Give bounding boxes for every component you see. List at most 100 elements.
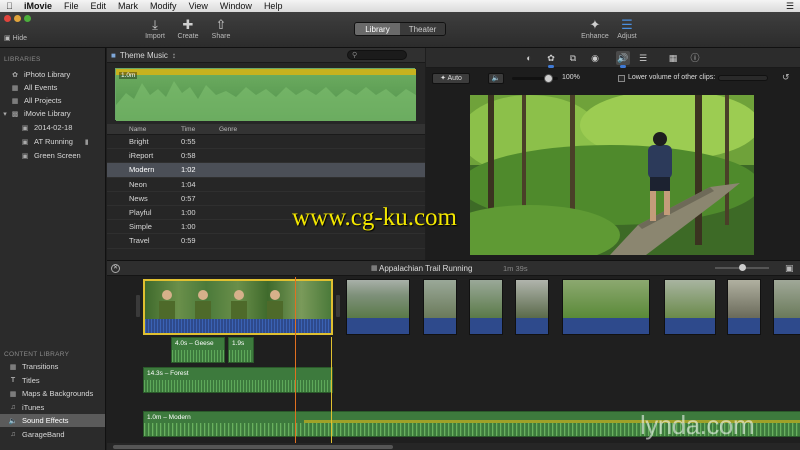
search-field[interactable]: ⚲ [347, 50, 407, 60]
video-preview[interactable] [470, 95, 754, 255]
apple-menu-icon[interactable]:  [6, 1, 18, 11]
lower-volume-slider[interactable] [718, 75, 768, 81]
video-clip-selected[interactable] [143, 279, 333, 335]
row-name: iReport [129, 151, 154, 161]
menu-window[interactable]: Window [220, 1, 252, 11]
music-label: 1.0m – Modern [147, 414, 191, 421]
menu-view[interactable]: View [189, 1, 208, 11]
sidebar-item-label: Maps & Backgrounds [22, 389, 94, 398]
table-row[interactable]: iReport 0:58 [107, 149, 425, 164]
menu-app[interactable]: iMovie [24, 1, 52, 11]
theater-tab[interactable]: Theater [400, 23, 445, 35]
table-row-selected[interactable]: Modern 1:02 [107, 163, 425, 178]
column-time[interactable]: Time [181, 126, 219, 133]
content-library-heading: CONTENT LIBRARY [4, 351, 70, 358]
create-button[interactable]: ✚ Create [173, 17, 203, 40]
color-correction-icon[interactable]: ✿ [544, 51, 558, 68]
imovie-window:  iMovie File Edit Mark Modify View Wind… [0, 0, 800, 450]
adjust-button[interactable]: ☰ Adjust [610, 17, 644, 40]
color-balance-icon[interactable]: ◐ [522, 51, 536, 65]
video-clip[interactable] [562, 279, 650, 335]
sidebar-item-sound-effects[interactable]: 🔈 Sound Effects [0, 414, 105, 427]
menu-file[interactable]: File [64, 1, 79, 11]
video-clip[interactable] [773, 279, 800, 335]
video-clip[interactable] [727, 279, 761, 335]
sidebar-item-itunes[interactable]: ♫ iTunes [0, 401, 105, 414]
playhead[interactable] [295, 277, 296, 450]
row-time: 1:00 [181, 222, 196, 232]
library-tab[interactable]: Library [355, 23, 400, 35]
column-genre[interactable]: Genre [219, 126, 279, 133]
table-row[interactable]: Neon 1:04 [107, 178, 425, 192]
browser-title[interactable]: Theme Music [120, 51, 168, 60]
sidebar-item-event-2014-02-18[interactable]: ▣ 2014-02-18 [0, 121, 105, 134]
video-clip[interactable] [664, 279, 716, 335]
import-button[interactable]: ⤓ Import [140, 17, 170, 40]
clip-info-icon[interactable]: ⓘ [688, 51, 702, 65]
sound-effect-forest[interactable]: 14.3s – Forest [143, 367, 333, 393]
close-icon[interactable]: ✕ [111, 264, 120, 273]
scrollbar-thumb[interactable] [113, 445, 393, 449]
sidebar-item-imovie-library[interactable]: ▾ ▩ iMovie Library [0, 107, 105, 120]
row-name: Playful [129, 208, 152, 218]
noise-reduction-icon[interactable]: ☰ [636, 51, 650, 65]
audio-preview-waveform[interactable]: 1.0m [115, 68, 416, 121]
volume-slider-knob[interactable] [544, 74, 553, 83]
lower-volume-checkbox[interactable] [618, 75, 625, 82]
video-clip[interactable] [423, 279, 457, 335]
sidebar-item-label: Titles [22, 376, 40, 385]
mute-button[interactable]: 🔈 [488, 73, 504, 84]
reset-icon[interactable]: ↺ [782, 72, 790, 83]
sidebar-item-label: 2014-02-18 [34, 123, 73, 132]
volume-controls: ✦ Auto 🔈 100% Lower volume of other clip… [426, 70, 800, 86]
sidebar-item-garageband[interactable]: ♫ GarageBand [0, 428, 105, 441]
crop-icon[interactable]: ⧉ [566, 51, 580, 65]
stabilization-icon[interactable]: ◉ [588, 51, 602, 65]
share-button[interactable]: ⇧ Share [206, 17, 236, 40]
timeline-scrollbar[interactable] [107, 443, 800, 450]
sidebar-item-transitions[interactable]: ▦ Transitions [0, 360, 105, 373]
disclosure-triangle-icon[interactable]: ▾ [2, 110, 8, 118]
close-window-button[interactable] [4, 15, 11, 22]
video-clip[interactable] [346, 279, 410, 335]
speed-icon[interactable]: ▦ [666, 51, 680, 65]
chevron-updown-icon[interactable]: ↕ [172, 51, 176, 60]
table-row[interactable]: Travel 0:59 [107, 234, 425, 249]
sidebar-item-maps-backgrounds[interactable]: ▦ Maps & Backgrounds [0, 387, 105, 400]
menu-edit[interactable]: Edit [91, 1, 107, 11]
create-label: Create [177, 33, 199, 40]
lower-volume-label: Lower volume of other clips: [628, 74, 716, 81]
forest-trail-scene [470, 95, 754, 255]
zoom-slider-knob[interactable] [739, 264, 746, 271]
menu-mark[interactable]: Mark [118, 1, 138, 11]
column-name[interactable]: Name [107, 126, 181, 133]
clip-appearance-icon[interactable]: ▣ [785, 263, 794, 274]
events-icon: ▦ [11, 84, 19, 92]
sound-effect-short[interactable]: 1.9s [228, 337, 254, 363]
sfx-waveform [144, 380, 332, 392]
sidebar-item-iphoto-library[interactable]: ✿ iPhoto Library [0, 68, 105, 81]
volume-icon[interactable]: 🔊 [616, 51, 630, 68]
menu-list-icon[interactable]: ☰ [786, 1, 794, 12]
clip-trim-handle[interactable] [336, 295, 340, 317]
sidebar-item-green-screen[interactable]: ▣ Green Screen [0, 149, 105, 162]
sidebar-item-at-running[interactable]: ▣ AT Running ▮ [0, 135, 105, 148]
zoom-window-button[interactable] [24, 15, 31, 22]
sidebar-item-all-events[interactable]: ▦ All Events [0, 81, 105, 94]
hide-libraries-button[interactable]: ▣ Hide [4, 34, 27, 42]
minimize-window-button[interactable] [14, 15, 21, 22]
row-name: Simple [129, 222, 152, 232]
sidebar-item-all-projects[interactable]: ▦ All Projects [0, 94, 105, 107]
sound-effect-geese[interactable]: 4.0s – Geese [171, 337, 225, 363]
menu-modify[interactable]: Modify [150, 1, 177, 11]
enhance-button[interactable]: ✦ Enhance [578, 17, 612, 40]
sidebar-item-titles[interactable]: T Titles [0, 374, 105, 387]
video-clip[interactable] [515, 279, 549, 335]
auto-button[interactable]: ✦ Auto [432, 73, 470, 84]
clip-trim-handle[interactable] [136, 295, 140, 317]
menu-help[interactable]: Help [264, 1, 283, 11]
viewer: ◐ ✿ ⧉ ◉ 🔊 ☰ ▦ ⓘ ✦ Auto 🔈 100% Lower volu… [426, 48, 800, 260]
table-row[interactable]: Bright 0:55 [107, 135, 425, 150]
clip-thumbnail [774, 280, 800, 318]
video-clip[interactable] [469, 279, 503, 335]
